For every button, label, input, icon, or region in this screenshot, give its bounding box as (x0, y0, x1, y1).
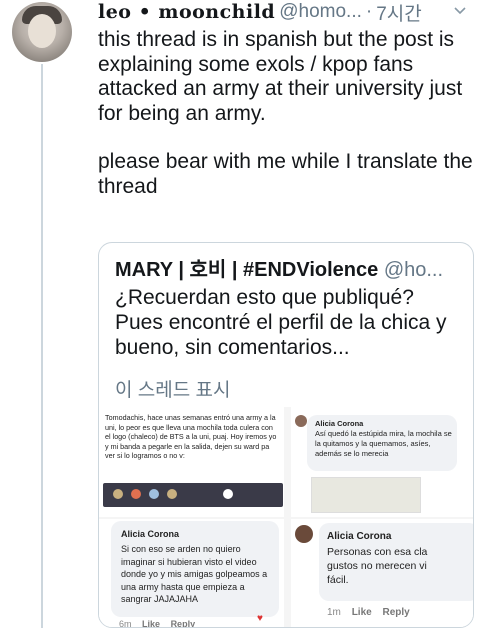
post-text: Tomodachis, hace unas semanas entró una … (105, 413, 277, 460)
photo-thumb (223, 489, 233, 499)
avatar[interactable] (12, 2, 72, 62)
user-handle[interactable]: @homo... (279, 1, 362, 23)
comment-line: Personas con esa cla (327, 546, 428, 558)
photo-thumb (131, 489, 141, 499)
comment-time: 6m (119, 619, 132, 628)
shared-post-image (311, 477, 421, 513)
commenter-avatar (295, 525, 313, 543)
media-panel[interactable]: Alicia Corona Si con eso se arden no qui… (99, 519, 284, 628)
commenter-name: Alicia Corona (327, 531, 392, 542)
display-name[interactable]: leo • moonchild (98, 1, 275, 23)
avatar-face (28, 14, 56, 48)
comment-meta: 6m Like Reply (119, 619, 196, 628)
tweet-paragraph: this thread is in spanish but the post i… (98, 28, 463, 125)
reply-link: Reply (170, 619, 196, 628)
separator: · (365, 1, 373, 22)
thread-line (41, 64, 43, 628)
photo-strip (103, 483, 283, 507)
quoted-tweet[interactable]: MARY | 호비 | #ENDViolence @ho... ¿Recuerd… (98, 242, 474, 628)
comment-time: 1m (327, 607, 341, 618)
tweet-header: leo • moonchild @homo... · 7시간 (98, 0, 422, 26)
comment-line: fácil. (327, 574, 349, 586)
timestamp[interactable]: 7시간 (376, 0, 422, 26)
commenter-name: Alicia Corona (121, 529, 180, 539)
comment-bubble: Alicia Corona Si con eso se arden no qui… (111, 521, 279, 617)
comment-bubble: Alicia Corona Personas con esa cla gusto… (319, 523, 473, 601)
reply-link: Reply (382, 607, 410, 618)
media-grid[interactable]: Tomodachis, hace unas semanas entró una … (99, 407, 473, 628)
tweet: leo • moonchild @homo... · 7시간 this thre… (0, 0, 480, 628)
like-link: Like (351, 607, 372, 618)
tweet-text: this thread is in spanish but the post i… (98, 28, 474, 199)
comment-meta: 1m Like Reply (327, 607, 410, 618)
comment-line: gustos no merecen vi (327, 560, 427, 572)
chevron-down-icon[interactable] (454, 4, 466, 16)
photo-thumb (149, 489, 159, 499)
comment-text: Personas con esa cla gustos no merecen v… (327, 545, 473, 587)
quoted-handle: @ho... (383, 259, 444, 281)
comment-text: Si con eso se arden no quiero imaginar s… (121, 544, 268, 604)
media-panel[interactable]: Tomodachis, hace unas semanas entró una … (99, 407, 284, 517)
media-panel[interactable]: Alicia Corona Así quedó la estúpida mira… (291, 407, 473, 517)
like-link: Like (142, 619, 161, 628)
quoted-text: ¿Recuerdan esto que publiqué? Pues encon… (115, 286, 447, 359)
commenter-name: Alicia Corona (315, 419, 364, 428)
show-thread-link[interactable]: 이 스레드 표시 (115, 375, 230, 402)
tweet-paragraph: please bear with me while I translate th… (98, 150, 473, 198)
comment-bubble: Alicia Corona Así quedó la estúpida mira… (307, 415, 457, 471)
commenter-avatar (295, 415, 307, 427)
comment-text: Así quedó la estúpida mira, la mochila s… (315, 429, 452, 458)
heart-icon: ♥ (257, 613, 263, 624)
quoted-header: MARY | 호비 | #ENDViolence @ho... (115, 253, 443, 282)
photo-thumb (167, 489, 177, 499)
media-panel[interactable]: Alicia Corona Personas con esa cla gusto… (291, 519, 473, 627)
quoted-display-name: MARY | 호비 | #ENDViolence (115, 259, 379, 281)
photo-thumb (113, 489, 123, 499)
